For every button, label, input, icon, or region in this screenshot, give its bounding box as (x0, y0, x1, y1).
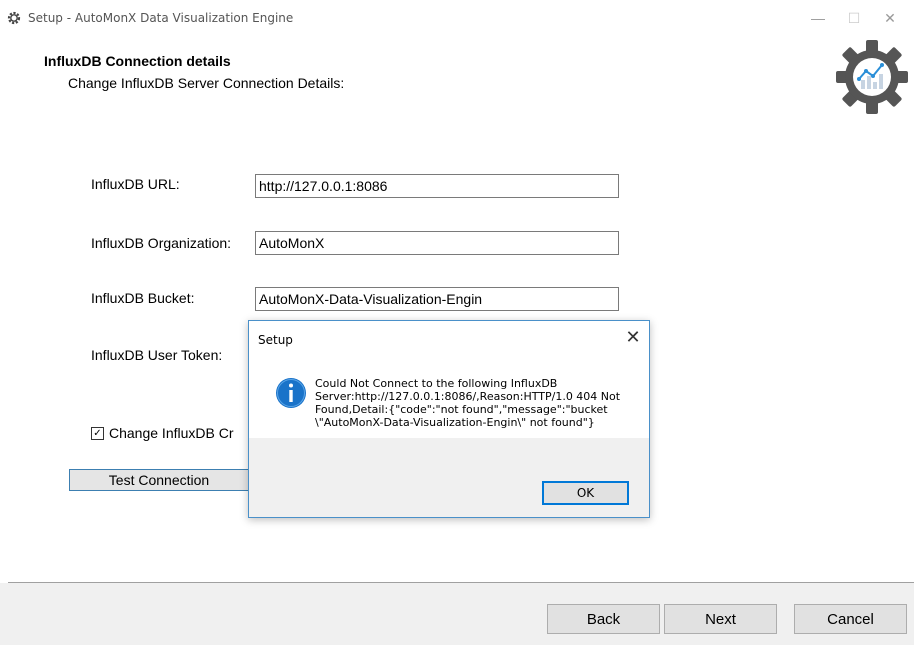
minimize-button[interactable]: — (800, 4, 836, 32)
dialog-message-line: Found,Detail:{"code":"not found","messag… (315, 403, 608, 416)
influxdb-organization-label: InfluxDB Organization: (91, 235, 232, 251)
influxdb-url-label: InfluxDB URL: (91, 176, 180, 192)
dialog-ok-button[interactable]: OK (542, 481, 629, 505)
automonx-gear-chart-logo-icon (836, 40, 908, 114)
error-dialog: Setup ✕ Could Not Connect to the followi… (248, 320, 650, 518)
close-button[interactable]: ✕ (872, 4, 908, 32)
dialog-footer (249, 438, 649, 517)
influxdb-bucket-label: InfluxDB Bucket: (91, 290, 195, 306)
page-subtitle: Change InfluxDB Server Connection Detail… (68, 75, 345, 91)
dialog-message: Could Not Connect to the following Influ… (315, 377, 625, 429)
next-button[interactable]: Next (664, 604, 777, 634)
influxdb-url-input[interactable] (255, 174, 619, 198)
info-icon (276, 378, 306, 408)
maximize-button[interactable]: ☐ (836, 4, 872, 32)
window-title: Setup - AutoMonX Data Visualization Engi… (28, 11, 294, 25)
change-credentials-checkbox-row[interactable]: ✓ Change InfluxDB Cr (91, 425, 234, 441)
influxdb-organization-input[interactable] (255, 231, 619, 255)
setup-gear-icon (7, 11, 21, 25)
dialog-title: Setup (258, 333, 293, 347)
test-connection-button[interactable]: Test Connection (69, 469, 249, 491)
cancel-button[interactable]: Cancel (794, 604, 907, 634)
back-button[interactable]: Back (547, 604, 660, 634)
dialog-message-line: Could Not Connect to the following Influ… (315, 377, 558, 390)
title-bar: Setup - AutoMonX Data Visualization Engi… (0, 0, 914, 34)
change-credentials-label: Change InfluxDB Cr (109, 425, 234, 441)
influxdb-bucket-input[interactable] (255, 287, 619, 311)
change-credentials-checkbox[interactable]: ✓ (91, 426, 104, 440)
dialog-message-line: \"AutoMonX-Data-Visualization-Engin\" no… (315, 416, 595, 429)
page-title: InfluxDB Connection details (44, 53, 231, 69)
dialog-close-button[interactable]: ✕ (621, 325, 645, 349)
dialog-message-line: Server:http://127.0.0.1:8086/,Reason:HTT… (315, 390, 621, 403)
influxdb-user-token-label: InfluxDB User Token: (91, 347, 223, 363)
